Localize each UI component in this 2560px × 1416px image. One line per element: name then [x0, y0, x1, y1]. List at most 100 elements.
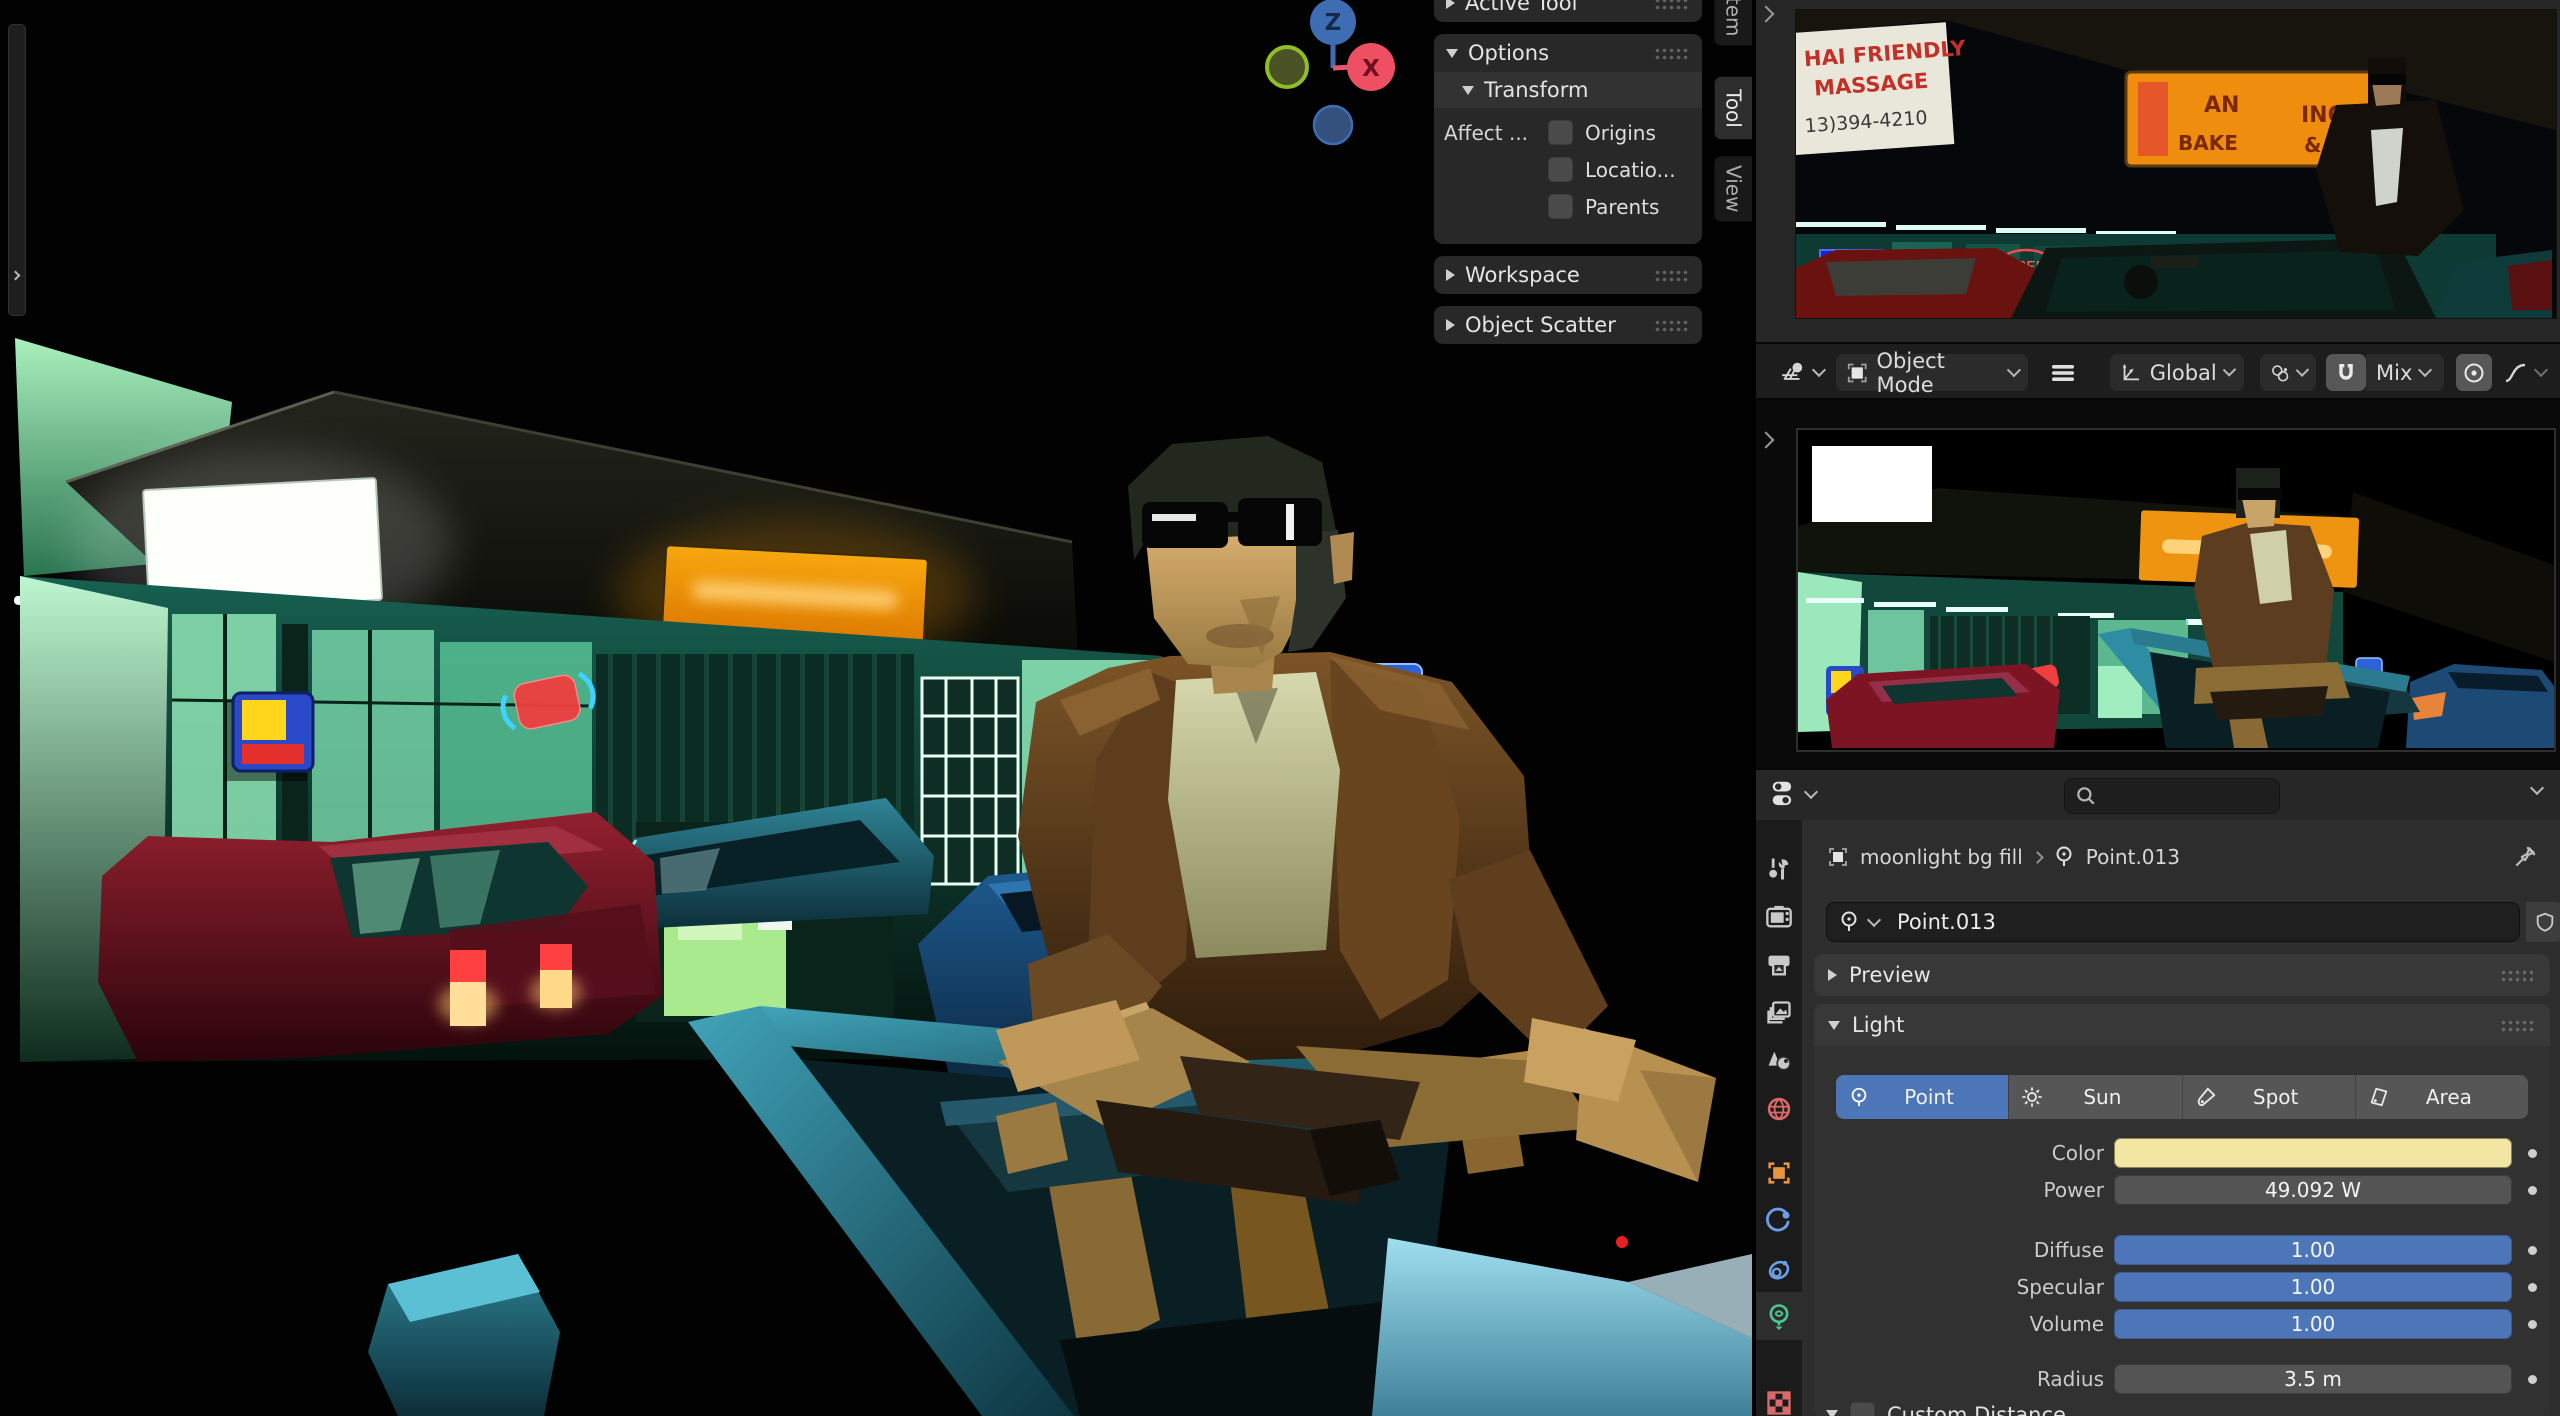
datablock-name[interactable]: Point.013 [1897, 910, 1996, 934]
properties-search[interactable] [2064, 778, 2280, 814]
pin-icon[interactable] [2512, 844, 2538, 870]
panel-grip-icon[interactable] [1654, 0, 1690, 10]
expand-sidebar-icon[interactable] [1758, 6, 1775, 23]
tab-scene-properties[interactable] [1756, 1038, 1802, 1084]
pivot-point-select[interactable] [2260, 354, 2316, 391]
transform-subpanel-header[interactable]: Transform [1434, 72, 1702, 108]
diffuse-slider[interactable]: 1.00 [2114, 1235, 2512, 1265]
chevron-down-icon [2006, 363, 2020, 377]
mode-select[interactable]: Object Mode [1836, 354, 2028, 391]
locations-checkbox[interactable] [1548, 157, 1573, 182]
preview-panel-header[interactable]: Preview [1814, 954, 2550, 996]
tab-view[interactable]: View [1714, 156, 1752, 222]
datablock-name-field[interactable]: Point.013 [1826, 902, 2520, 942]
camera-render-viewport[interactable] [1756, 400, 2560, 768]
chevron-down-icon [2534, 363, 2548, 377]
light-panel-header[interactable]: Light [1814, 1004, 2550, 1046]
main-3d-viewport[interactable]: Z X Active Tool Options [0, 0, 1752, 1416]
snap-toggle[interactable] [2326, 354, 2366, 391]
light-type-label: Point [1870, 1085, 1988, 1109]
breadcrumb-object-name[interactable]: moonlight bg fill [1860, 845, 2023, 869]
specular-slider[interactable]: 1.00 [2114, 1272, 2512, 1302]
tab-item[interactable]: Item [1714, 0, 1752, 46]
tab-view-layer-properties[interactable] [1756, 990, 1802, 1036]
right-column: HAI FRIENDLY MASSAGE 13)394-4210 AN INO'… [1756, 0, 2560, 1416]
light-type-sun[interactable]: Sun [2009, 1075, 2182, 1119]
radius-row: Radius 3.5 m [1814, 1364, 2550, 1394]
light-type-tabs: Point Sun [1836, 1075, 2528, 1119]
render-result [1798, 430, 2554, 750]
tool-sidebar-panels: Active Tool Options Transform Affect ... [1434, 0, 1702, 344]
breadcrumb-data-name[interactable]: Point.013 [2086, 845, 2180, 869]
yellow-red-sign[interactable] [225, 693, 313, 781]
reference-image-editor[interactable]: HAI FRIENDLY MASSAGE 13)394-4210 AN INO'… [1756, 0, 2560, 342]
tab-tool[interactable]: Tool [1714, 76, 1752, 140]
red-car[interactable] [98, 812, 662, 1062]
panel-grip-icon[interactable] [1654, 269, 1690, 282]
navigation-gizmo[interactable]: Z X [1260, 0, 1420, 150]
viewport-toolbar-collapsed[interactable] [8, 24, 26, 316]
parents-checkbox[interactable] [1548, 194, 1573, 219]
render-viewport-header: Object Mode Global [1756, 342, 2560, 400]
panel-title: Workspace [1465, 263, 1644, 287]
custom-distance-header[interactable]: Custom Distance [1826, 1402, 2066, 1416]
panel-grip-icon[interactable] [1654, 319, 1690, 332]
tab-light-data-properties[interactable] [1756, 1292, 1802, 1340]
proportional-falloff-select[interactable] [2492, 354, 2556, 391]
collapsed-arrow-icon [1446, 0, 1455, 9]
mode-label: Object Mode [1877, 349, 2001, 397]
transform-orientation-select[interactable]: Global [2110, 354, 2244, 391]
collapsed-arrow-icon [1446, 269, 1455, 281]
snap-target-select[interactable]: Mix [2366, 354, 2444, 391]
volume-slider[interactable]: 1.00 [2114, 1309, 2512, 1339]
tab-constraints-properties[interactable] [1756, 1246, 1802, 1292]
editor-type-button[interactable] [1770, 354, 1834, 391]
reference-photo-art: HAI FRIENDLY MASSAGE 13)394-4210 AN INO'… [1796, 10, 2556, 318]
workspace-panel[interactable]: Workspace [1434, 256, 1702, 294]
hamburger-menu-icon [2050, 362, 2076, 384]
grid-window [922, 678, 1018, 884]
tab-physics-properties[interactable] [1756, 1198, 1802, 1244]
power-field[interactable]: 49.092 W [2114, 1175, 2512, 1205]
light-type-point[interactable]: Point [1836, 1075, 2009, 1119]
animate-dot[interactable] [2528, 1246, 2537, 1255]
properties-editor-type-button[interactable] [1770, 778, 1816, 810]
snap-target-label: Mix [2376, 361, 2412, 385]
light-color-swatch[interactable] [2114, 1138, 2512, 1168]
panel-grip-icon[interactable] [2500, 969, 2536, 982]
tab-world-properties[interactable] [1756, 1086, 1802, 1132]
expand-sidebar-icon[interactable] [1758, 432, 1775, 449]
filter-dropdown-icon[interactable] [2530, 781, 2544, 795]
panel-grip-icon[interactable] [2500, 1019, 2536, 1032]
tab-output-properties[interactable] [1756, 942, 1802, 988]
gizmo-y-axis[interactable] [1267, 47, 1307, 87]
tab-object-properties[interactable] [1756, 1150, 1802, 1196]
origins-checkbox[interactable] [1548, 120, 1573, 145]
tab-tool-properties[interactable] [1756, 846, 1802, 892]
tab-texture-properties[interactable] [1756, 1380, 1802, 1416]
animate-dot[interactable] [2528, 1283, 2537, 1292]
light-type-spot[interactable]: Spot [2183, 1075, 2356, 1119]
animate-dot[interactable] [2528, 1149, 2537, 1158]
custom-distance-checkbox[interactable] [1850, 1402, 1875, 1416]
subpanel-title: Transform [1484, 78, 1588, 102]
object-scatter-panel[interactable]: Object Scatter [1434, 306, 1702, 344]
blender-window: Z X Active Tool Options [0, 0, 2560, 1416]
active-tool-panel[interactable]: Active Tool [1434, 0, 1702, 22]
animate-dot[interactable] [2528, 1320, 2537, 1329]
orientation-label: Global [2150, 361, 2217, 385]
viewport-menu-button[interactable] [2040, 354, 2086, 391]
animate-dot[interactable] [2528, 1375, 2537, 1384]
fake-user-button[interactable] [2526, 902, 2560, 942]
tab-render-properties[interactable] [1756, 894, 1802, 940]
gizmo-minus-z-axis[interactable] [1314, 106, 1352, 144]
light-type-area[interactable]: Area [2356, 1075, 2528, 1119]
3d-viewport-icon [1780, 360, 1806, 386]
proportional-editing-toggle[interactable] [2456, 354, 2492, 391]
sun-light-icon [2021, 1086, 2043, 1108]
radius-field[interactable]: 3.5 m [2114, 1364, 2512, 1394]
chevron-down-icon [2295, 363, 2308, 376]
options-panel[interactable]: Options Transform Affect ... Origins [1434, 34, 1702, 244]
animate-dot[interactable] [2528, 1186, 2537, 1195]
panel-grip-icon[interactable] [1654, 47, 1690, 60]
